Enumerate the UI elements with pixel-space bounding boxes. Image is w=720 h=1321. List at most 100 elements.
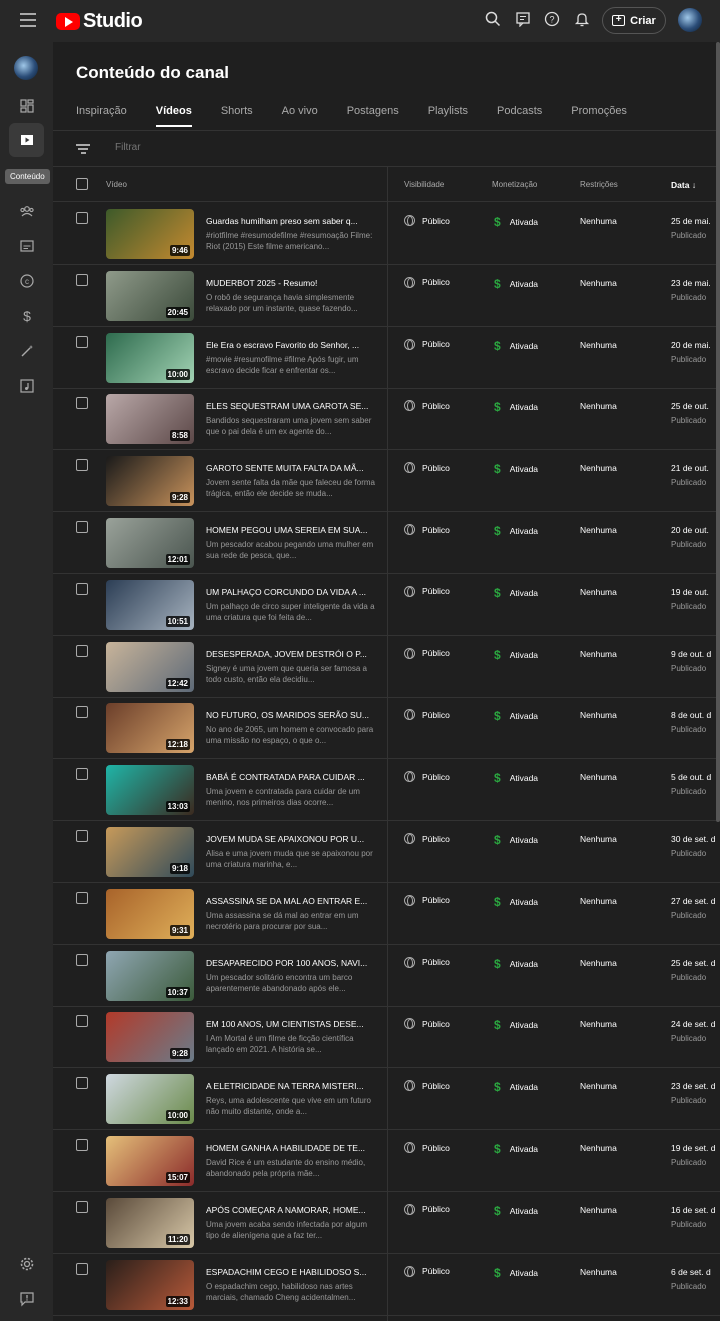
video-title[interactable]: HOMEM GANHA A HABILIDADE DE TE...	[206, 1143, 376, 1153]
video-row[interactable]: 12:42 DESESPERADA, JOVEM DESTRÓI O P... Si…	[53, 636, 720, 698]
video-thumbnail[interactable]: 9:46	[106, 209, 194, 259]
monetization-cell[interactable]: $ Ativada	[494, 215, 538, 229]
video-thumbnail[interactable]: 9:18	[106, 827, 194, 877]
monetization-cell[interactable]: $ Ativada	[494, 524, 538, 538]
video-row[interactable]: 13:03 BABÁ É CONTRATADA PARA CUIDAR ... Um…	[53, 759, 720, 822]
video-title[interactable]: GAROTO SENTE MUITA FALTA DA MÃ...	[206, 463, 376, 473]
row-checkbox[interactable]	[76, 582, 88, 595]
video-thumbnail[interactable]: 12:01	[106, 518, 194, 568]
send-feedback-icon[interactable]	[9, 1282, 44, 1316]
video-title[interactable]: Ele Era o escravo Favorito do Senhor, ..…	[206, 340, 376, 350]
monetization-cell[interactable]: $ Ativada	[494, 833, 538, 847]
visibility-cell[interactable]: Público	[404, 894, 450, 906]
monetization-cell[interactable]: $ Ativada	[494, 895, 538, 909]
row-checkbox[interactable]	[76, 1262, 88, 1275]
video-title[interactable]: ELES SEQUESTRAM UMA GAROTA SE...	[206, 401, 376, 411]
video-title[interactable]: Guardas humilham preso sem saber q...	[206, 216, 376, 226]
video-row[interactable]: 9:28 GAROTO SENTE MUITA FALTA DA MÃ... Jov…	[53, 450, 720, 513]
visibility-cell[interactable]: Público	[404, 1203, 450, 1215]
row-checkbox[interactable]	[76, 706, 88, 719]
row-checkbox[interactable]	[76, 644, 88, 657]
subtitles-icon[interactable]	[9, 229, 44, 263]
visibility-cell[interactable]: Público	[404, 709, 450, 721]
video-row[interactable]: 12:18 NO FUTURO, OS MARIDOS SERÃO SU... No…	[53, 697, 720, 760]
video-row[interactable]: 10:00 Ele Era o escravo Favorito do Senho…	[53, 327, 720, 389]
video-thumbnail[interactable]: 10:00	[106, 1074, 194, 1125]
scrollbar[interactable]	[716, 42, 720, 822]
account-avatar[interactable]	[678, 8, 702, 32]
video-row[interactable]: 11:20 APÓS COMEÇAR A NAMORAR, HOME... Uma …	[53, 1192, 720, 1254]
monetization-cell[interactable]: $ Ativada	[494, 400, 538, 414]
visibility-cell[interactable]: Público	[404, 833, 450, 844]
visibility-cell[interactable]: Público	[404, 276, 450, 288]
tab-shorts[interactable]: Shorts	[221, 105, 253, 127]
monetization-cell[interactable]: $ Ativada	[494, 277, 538, 291]
monetization-cell[interactable]: $ Ativada	[494, 1266, 538, 1280]
video-thumbnail[interactable]: 10:51	[106, 579, 194, 630]
content-icon[interactable]	[9, 123, 44, 157]
video-thumbnail[interactable]: 11:20	[106, 1197, 194, 1248]
tab-inspiracao[interactable]: Inspiração	[76, 105, 127, 127]
video-title[interactable]: HOMEM PEGOU UMA SEREIA EM SUA...	[206, 525, 376, 535]
video-thumbnail[interactable]: 12:33	[106, 1259, 194, 1310]
row-checkbox[interactable]	[76, 212, 88, 224]
visibility-cell[interactable]: Público	[404, 1080, 450, 1092]
notifications-icon[interactable]	[573, 11, 591, 29]
column-date[interactable]: Data ↓	[671, 180, 696, 190]
row-checkbox[interactable]	[76, 1015, 88, 1028]
row-checkbox[interactable]	[76, 830, 88, 842]
visibility-cell[interactable]: Público	[404, 215, 450, 226]
video-row[interactable]: 15:07 HOMEM GANHA A HABILIDADE DE TE... Da…	[53, 1130, 720, 1192]
studio-logo[interactable]: Studio	[56, 10, 143, 33]
tab-ao-vivo[interactable]: Ao vivo	[282, 105, 318, 127]
monetization-cell[interactable]: $ Ativada	[494, 709, 538, 723]
video-thumbnail[interactable]: 10:00	[106, 332, 194, 383]
monetization-cell[interactable]: $ Ativada	[494, 957, 538, 971]
tab-promocoes[interactable]: Promoções	[571, 105, 627, 127]
video-row[interactable]: 9:46 Guardas humilham preso sem saber q..…	[53, 203, 720, 265]
video-thumbnail[interactable]: 13:03	[106, 765, 194, 816]
video-thumbnail[interactable]: 9:28	[106, 456, 194, 507]
visibility-cell[interactable]: Público	[404, 1265, 450, 1277]
monetization-cell[interactable]: $ Ativada	[494, 771, 538, 785]
visibility-cell[interactable]: Público	[404, 771, 450, 783]
filter-input[interactable]	[115, 142, 315, 153]
earn-icon[interactable]: $	[9, 299, 44, 333]
monetization-cell[interactable]: $ Ativada	[494, 586, 538, 600]
tab-postagens[interactable]: Postagens	[347, 105, 399, 127]
tab-videos[interactable]: Vídeos	[155, 105, 192, 127]
feedback-icon[interactable]	[514, 11, 532, 29]
filter-icon[interactable]	[76, 144, 90, 154]
video-title[interactable]: DESESPERADA, JOVEM DESTRÓI O P...	[206, 649, 376, 659]
monetization-cell[interactable]: $ Ativada	[494, 1142, 538, 1156]
video-title[interactable]: BABÁ É CONTRATADA PARA CUIDAR ...	[206, 772, 376, 782]
monetization-cell[interactable]: $ Ativada	[494, 462, 538, 476]
create-button[interactable]: + Criar	[602, 7, 666, 34]
video-thumbnail[interactable]: 15:07	[106, 1136, 194, 1186]
channel-avatar[interactable]	[14, 56, 38, 80]
video-title[interactable]: ASSASSINA SE DA MAL AO ENTRAR E...	[206, 896, 376, 906]
row-checkbox[interactable]	[76, 521, 88, 533]
video-thumbnail[interactable]: 12:42	[106, 641, 194, 692]
visibility-cell[interactable]: Público	[404, 1142, 450, 1153]
visibility-cell[interactable]: Público	[404, 400, 450, 412]
monetization-cell[interactable]: $ Ativada	[494, 1204, 538, 1218]
video-title[interactable]: JOVEM MUDA SE APAIXONOU POR U...	[206, 834, 376, 844]
video-row[interactable]: 9:18 JOVEM MUDA SE APAIXONOU POR U... Alis…	[53, 821, 720, 883]
community-icon[interactable]	[9, 194, 44, 228]
visibility-cell[interactable]: Público	[404, 585, 450, 597]
monetization-cell[interactable]: $ Ativada	[494, 1018, 538, 1032]
search-icon[interactable]	[484, 11, 502, 29]
visibility-cell[interactable]: Público	[404, 647, 450, 659]
column-monetization[interactable]: Monetização	[492, 180, 537, 189]
settings-icon[interactable]	[9, 1247, 44, 1281]
video-title[interactable]: A ELETRICIDADE NA TERRA MISTERI...	[206, 1081, 376, 1091]
video-title[interactable]: MUDERBOT 2025 - Resumo!	[206, 278, 376, 288]
video-row[interactable]: 9:31 ASSASSINA SE DA MAL AO ENTRAR E... Um…	[53, 883, 720, 945]
video-thumbnail[interactable]: 8:58	[106, 394, 194, 445]
video-thumbnail[interactable]: 12:18	[106, 703, 194, 754]
video-title[interactable]: EM 100 ANOS, UM CIENTISTAS DESE...	[206, 1019, 376, 1029]
video-row[interactable]: 12:33 ESPADACHIM CEGO E HABILIDOSO S... O …	[53, 1254, 720, 1316]
select-all-checkbox[interactable]	[76, 178, 88, 190]
row-checkbox[interactable]	[76, 891, 88, 904]
